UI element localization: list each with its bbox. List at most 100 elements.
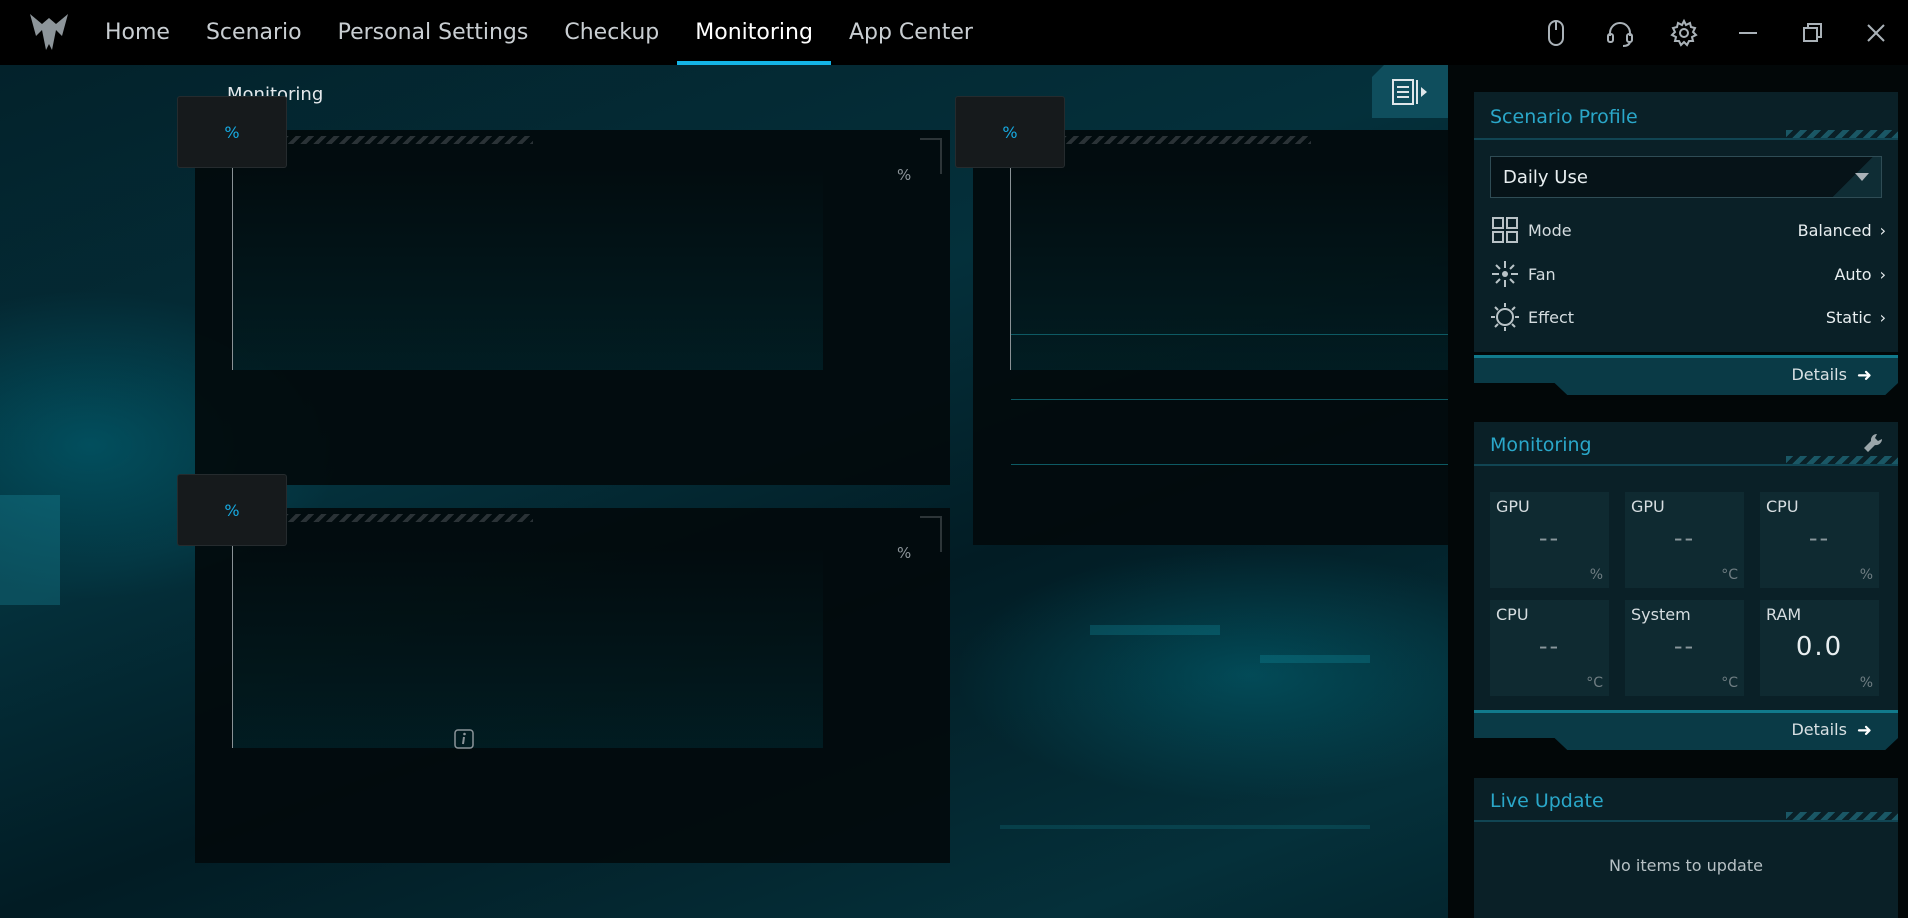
mouse-icon bbox=[1548, 19, 1564, 46]
tile-value: -- bbox=[1673, 524, 1696, 552]
tile-label: System bbox=[1631, 605, 1691, 624]
mouse-button[interactable] bbox=[1524, 0, 1588, 65]
panel-corner bbox=[920, 516, 942, 552]
card-stripe bbox=[1786, 456, 1898, 464]
nav-home[interactable]: Home bbox=[87, 0, 188, 65]
settings-button[interactable] bbox=[1652, 0, 1716, 65]
tab-label: % bbox=[1002, 122, 1018, 142]
bg-streak bbox=[1260, 655, 1370, 663]
tile-unit: % bbox=[1859, 675, 1873, 691]
monitoring-card: Monitoring GPU -- % GPU -- °C CPU -- % C… bbox=[1474, 422, 1898, 712]
light-effect-icon bbox=[1491, 303, 1519, 331]
graph-gridline bbox=[1011, 334, 1448, 335]
card-stripe bbox=[1786, 130, 1898, 138]
scenario-profile-select[interactable]: Daily Use bbox=[1490, 156, 1882, 198]
graph-unit-label: % bbox=[897, 544, 912, 562]
close-icon bbox=[1867, 23, 1885, 42]
window-controls bbox=[1524, 0, 1908, 65]
graph-plot-area bbox=[233, 546, 823, 748]
panel-tab-wrap: % bbox=[178, 475, 286, 545]
tile-unit: % bbox=[1859, 567, 1873, 583]
graph-gridline bbox=[1011, 464, 1448, 465]
tile-value: -- bbox=[1808, 524, 1831, 552]
headset-button[interactable] bbox=[1588, 0, 1652, 65]
graph-plot-area bbox=[1011, 168, 1448, 370]
restore-icon bbox=[1803, 22, 1822, 42]
panel-stripes bbox=[283, 136, 533, 144]
panel-corner bbox=[920, 138, 942, 174]
tile-value: -- bbox=[1538, 632, 1561, 660]
tile-label: GPU bbox=[1496, 497, 1530, 516]
gear-icon bbox=[1670, 18, 1698, 47]
monitor-tile-cpu-usage: CPU -- % bbox=[1760, 492, 1879, 588]
row-value: Balanced bbox=[1797, 220, 1872, 240]
card-stripe bbox=[1786, 812, 1898, 820]
graph-source-tab[interactable]: % bbox=[178, 97, 286, 167]
headset-icon bbox=[1607, 21, 1633, 47]
nav-label: App Center bbox=[848, 20, 973, 45]
monitor-graph-panel bbox=[973, 130, 1448, 545]
card-underline bbox=[1474, 138, 1898, 140]
monitor-tile-gpu-temp: GPU -- °C bbox=[1625, 492, 1744, 588]
tile-value: -- bbox=[1673, 632, 1696, 660]
fan-icon bbox=[1492, 261, 1518, 287]
tile-unit: % bbox=[1589, 567, 1603, 583]
tile-label: CPU bbox=[1496, 605, 1529, 624]
card-title: Scenario Profile bbox=[1490, 106, 1638, 128]
chevron-right-icon: › bbox=[1879, 220, 1886, 240]
monitoring-details-button[interactable]: Details ➜ bbox=[1474, 710, 1898, 750]
row-value: Static bbox=[1825, 307, 1872, 327]
nav-label: Personal Settings bbox=[337, 20, 529, 45]
graph-unit-label: % bbox=[897, 166, 912, 184]
live-update-card: Live Update No items to update bbox=[1474, 778, 1898, 918]
nav-personal-settings[interactable]: Personal Settings bbox=[320, 0, 547, 65]
top-bar: Home Scenario Personal Settings Checkup … bbox=[0, 0, 1908, 65]
monitor-tile-system-temp: System -- °C bbox=[1625, 600, 1744, 696]
bg-streak bbox=[1000, 825, 1370, 829]
nav-scenario[interactable]: Scenario bbox=[188, 0, 320, 65]
minimize-icon bbox=[1739, 31, 1757, 34]
effect-row[interactable]: Effect Static › bbox=[1490, 301, 1886, 333]
sidebar-toggle-button[interactable] bbox=[1372, 65, 1448, 118]
nav-app-center[interactable]: App Center bbox=[831, 0, 991, 65]
nav-label: Checkup bbox=[564, 20, 660, 45]
grid-icon bbox=[1492, 217, 1518, 243]
minimize-button[interactable] bbox=[1716, 0, 1780, 65]
mode-row[interactable]: Mode Balanced › bbox=[1490, 214, 1886, 246]
bg-streak bbox=[0, 495, 60, 605]
arrow-right-icon: ➜ bbox=[1856, 365, 1872, 386]
row-label: Fan bbox=[1528, 264, 1556, 284]
chevron-right-icon: › bbox=[1879, 264, 1886, 284]
details-label: Details bbox=[1791, 720, 1847, 739]
nav-label: Monitoring bbox=[695, 20, 813, 45]
graph-source-tab[interactable]: % bbox=[178, 475, 286, 545]
row-value: Auto bbox=[1834, 264, 1872, 284]
collapse-panel-icon bbox=[1392, 78, 1427, 105]
card-title: Monitoring bbox=[1490, 434, 1592, 456]
info-icon[interactable] bbox=[453, 728, 475, 750]
tab-label: % bbox=[224, 122, 240, 142]
tile-label: CPU bbox=[1766, 497, 1799, 516]
panel-tab-wrap: % bbox=[956, 97, 1064, 167]
nav-label: Scenario bbox=[205, 20, 302, 45]
tile-unit: °C bbox=[1721, 567, 1738, 583]
nav-label: Home bbox=[105, 20, 170, 45]
monitor-tile-ram-usage: RAM 0.0 % bbox=[1760, 600, 1879, 696]
graph-source-tab[interactable]: % bbox=[956, 97, 1064, 167]
nav-checkup[interactable]: Checkup bbox=[546, 0, 677, 65]
predator-logo-icon bbox=[30, 14, 68, 50]
scenario-profile-card: Scenario Profile Daily Use Mode Balanced… bbox=[1474, 92, 1898, 352]
card-title: Live Update bbox=[1490, 790, 1604, 812]
tile-value: 0.0 bbox=[1795, 632, 1844, 662]
card-underline bbox=[1474, 820, 1898, 822]
right-sidebar: Scenario Profile Daily Use Mode Balanced… bbox=[1448, 65, 1908, 918]
scenario-details-button[interactable]: Details ➜ bbox=[1474, 355, 1898, 395]
tile-label: RAM bbox=[1766, 605, 1802, 624]
close-button[interactable] bbox=[1844, 0, 1908, 65]
select-value: Daily Use bbox=[1503, 166, 1588, 188]
fan-row[interactable]: Fan Auto › bbox=[1490, 258, 1886, 290]
nav-monitoring[interactable]: Monitoring bbox=[677, 0, 831, 65]
monitor-tile-cpu-temp: CPU -- °C bbox=[1490, 600, 1609, 696]
restore-button[interactable] bbox=[1780, 0, 1844, 65]
bg-streak bbox=[1090, 625, 1220, 635]
